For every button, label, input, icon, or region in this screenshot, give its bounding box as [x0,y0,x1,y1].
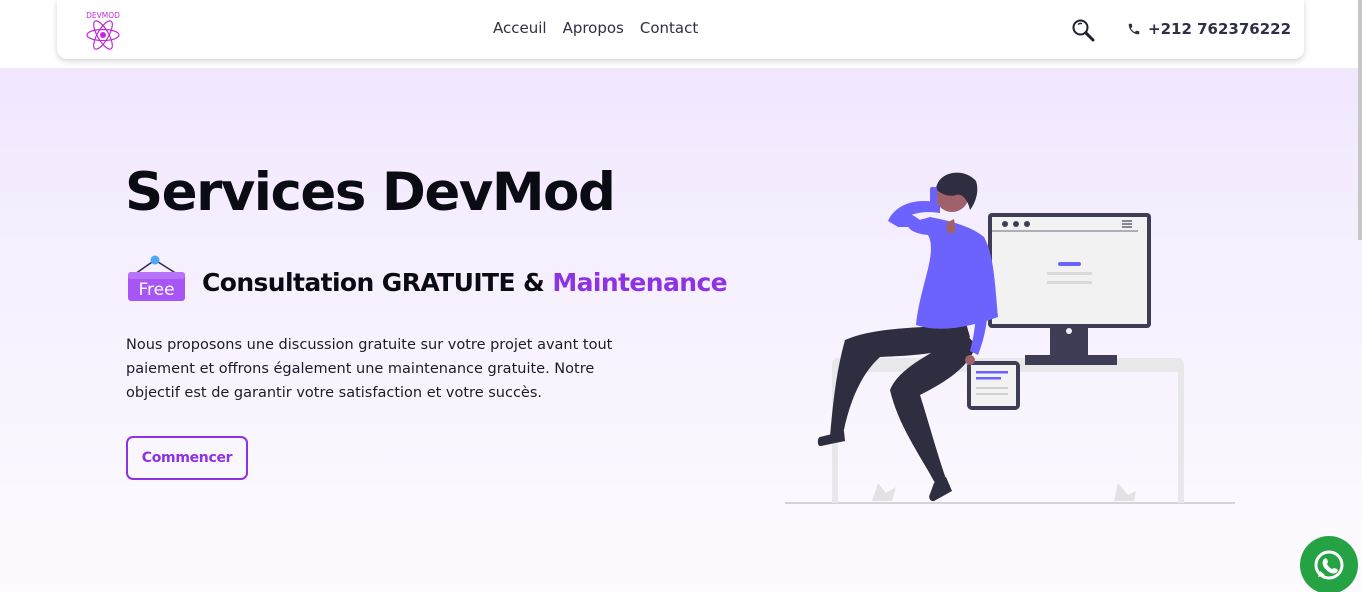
free-badge-label: Free [138,280,174,300]
nav-link-apropos[interactable]: Apropos [563,19,624,37]
free-badge-icon: Free [128,255,185,301]
whatsapp-icon [1314,550,1344,580]
hero-description: Nous proposons une discussion gratuite s… [126,337,613,401]
page: DEVMOD Acceuil Apropos Contact +212 7623… [0,0,1362,592]
whatsapp-button[interactable] [1300,536,1358,592]
hero-illustration [785,172,1235,504]
subtitle-accent: Maintenance [552,268,728,297]
hero-title: Services DevMod [125,162,616,223]
search-icon[interactable] [1071,18,1095,42]
phone-icon [1128,23,1140,35]
devmod-logo[interactable]: DEVMOD [81,8,125,52]
navbar: DEVMOD Acceuil Apropos Contact +212 7623… [57,0,1304,59]
commencer-button[interactable]: Commencer [126,436,248,480]
nav-link-contact[interactable]: Contact [640,19,698,37]
scrollbar[interactable] [1358,0,1362,240]
phone-link[interactable]: +212 762376222 [1127,20,1291,38]
nav-links: Acceuil Apropos Contact [493,19,714,37]
subtitle-main: Consultation GRATUITE & [202,268,553,297]
nav-link-acceuil[interactable]: Acceuil [493,19,547,37]
logo-wordmark: DEVMOD [86,11,120,20]
phone-number: +212 762376222 [1148,20,1292,38]
hero-subtitle: Consultation GRATUITE & Maintenance [202,268,728,297]
